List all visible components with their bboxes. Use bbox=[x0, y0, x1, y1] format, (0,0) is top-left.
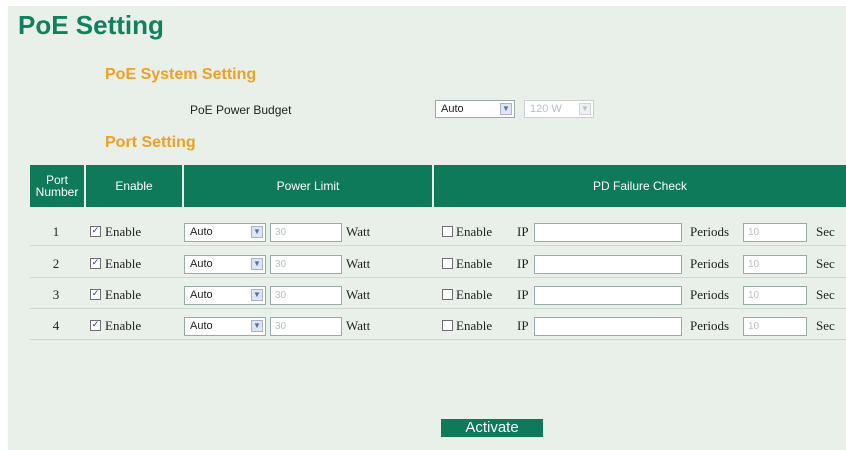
budget-value: 120 W bbox=[530, 103, 562, 115]
watt-label: Watt bbox=[346, 287, 371, 302]
header-enable: Enable bbox=[115, 179, 153, 193]
system-section-title: PoE System Setting bbox=[105, 66, 257, 83]
table-row: 2 ✓ Enable Auto ▼ 30 Watt Enable IP Periods 10 Sec bbox=[30, 252, 846, 278]
ip-label: IP bbox=[517, 256, 529, 271]
budget-mode-value: Auto bbox=[441, 103, 464, 115]
enable-checkbox[interactable]: ✓ bbox=[90, 320, 101, 331]
enable-label: Enable bbox=[105, 224, 142, 239]
periods-input[interactable]: 10 bbox=[743, 317, 807, 336]
power-limit-select[interactable]: Auto ▼ bbox=[184, 223, 266, 242]
ip-label: IP bbox=[517, 318, 529, 333]
pd-enable-label: Enable bbox=[456, 287, 493, 302]
enable-label: Enable bbox=[105, 318, 142, 333]
power-limit-select[interactable]: Auto ▼ bbox=[184, 286, 266, 305]
enable-label: Enable bbox=[105, 287, 142, 302]
ip-label: IP bbox=[517, 287, 529, 302]
enable-checkbox[interactable]: ✓ bbox=[90, 226, 101, 237]
chevron-down-icon: ▼ bbox=[251, 289, 263, 301]
header-power-limit: Power Limit bbox=[276, 179, 340, 193]
budget-value-select[interactable]: 120 W ▼ bbox=[524, 100, 594, 118]
periods-label: Periods bbox=[690, 287, 729, 302]
activate-button[interactable]: Activate bbox=[439, 417, 545, 439]
port-number: 2 bbox=[52, 256, 60, 271]
periods-label: Periods bbox=[690, 224, 729, 239]
ip-input[interactable] bbox=[534, 317, 682, 336]
row-divider bbox=[30, 277, 846, 278]
chevron-down-icon: ▼ bbox=[251, 320, 263, 332]
periods-input[interactable]: 10 bbox=[743, 286, 807, 305]
pd-enable-label: Enable bbox=[456, 256, 493, 271]
chevron-down-icon: ▼ bbox=[251, 258, 263, 270]
sec-label: Sec bbox=[816, 318, 835, 333]
ip-input[interactable] bbox=[534, 255, 682, 274]
row-divider bbox=[30, 339, 846, 340]
power-limit-watt-input[interactable]: 30 bbox=[270, 223, 342, 242]
pd-enable-checkbox[interactable] bbox=[442, 258, 453, 269]
header-pd-failure-check: PD Failure Check bbox=[592, 179, 688, 193]
table-row: 4 ✓ Enable Auto ▼ 30 Watt Enable IP Periods 10 Sec bbox=[30, 314, 846, 340]
table-row: 1 ✓ Enable Auto ▼ 30 Watt Enable IP Periods 10 Sec bbox=[30, 220, 846, 246]
header-port-number: Port Number bbox=[35, 173, 79, 199]
power-limit-select[interactable]: Auto ▼ bbox=[184, 255, 266, 274]
port-number: 3 bbox=[52, 287, 60, 302]
watt-label: Watt bbox=[346, 224, 371, 239]
power-limit-watt-input[interactable]: 30 bbox=[270, 255, 342, 274]
port-number: 4 bbox=[52, 318, 60, 333]
watt-label: Watt bbox=[346, 256, 371, 271]
port-number: 1 bbox=[52, 224, 60, 239]
page-title: PoE Setting bbox=[18, 10, 164, 40]
row-divider bbox=[30, 308, 846, 309]
enable-label: Enable bbox=[105, 256, 142, 271]
power-limit-mode: Auto bbox=[190, 289, 213, 301]
pd-enable-checkbox[interactable] bbox=[442, 289, 453, 300]
periods-input[interactable]: 10 bbox=[743, 223, 807, 242]
row-divider bbox=[30, 245, 846, 246]
ip-input[interactable] bbox=[534, 286, 682, 305]
sec-label: Sec bbox=[816, 224, 835, 239]
budget-mode-select[interactable]: Auto ▼ bbox=[435, 100, 515, 118]
power-limit-mode: Auto bbox=[190, 258, 213, 270]
sec-label: Sec bbox=[816, 287, 835, 302]
power-limit-select[interactable]: Auto ▼ bbox=[184, 317, 266, 336]
power-limit-watt-input[interactable]: 30 bbox=[270, 286, 342, 305]
watt-label: Watt bbox=[346, 318, 371, 333]
pd-enable-checkbox[interactable] bbox=[442, 320, 453, 331]
power-limit-watt-input[interactable]: 30 bbox=[270, 317, 342, 336]
power-limit-mode: Auto bbox=[190, 226, 213, 238]
budget-label: PoE Power Budget bbox=[190, 103, 292, 117]
chevron-down-icon: ▼ bbox=[579, 103, 591, 115]
enable-checkbox[interactable]: ✓ bbox=[90, 289, 101, 300]
port-section-title: Port Setting bbox=[105, 134, 196, 151]
chevron-down-icon: ▼ bbox=[500, 103, 512, 115]
ip-input[interactable] bbox=[534, 223, 682, 242]
pd-enable-label: Enable bbox=[456, 224, 493, 239]
periods-input[interactable]: 10 bbox=[743, 255, 807, 274]
enable-checkbox[interactable]: ✓ bbox=[90, 258, 101, 269]
table-row: 3 ✓ Enable Auto ▼ 30 Watt Enable IP Periods 10 Sec bbox=[30, 283, 846, 309]
sec-label: Sec bbox=[816, 256, 835, 271]
ip-label: IP bbox=[517, 224, 529, 239]
table-header: Port Number Enable Power Limit PD Failur… bbox=[30, 165, 846, 207]
pd-enable-checkbox[interactable] bbox=[442, 226, 453, 237]
periods-label: Periods bbox=[690, 318, 729, 333]
periods-label: Periods bbox=[690, 256, 729, 271]
chevron-down-icon: ▼ bbox=[251, 226, 263, 238]
power-limit-mode: Auto bbox=[190, 320, 213, 332]
pd-enable-label: Enable bbox=[456, 318, 493, 333]
